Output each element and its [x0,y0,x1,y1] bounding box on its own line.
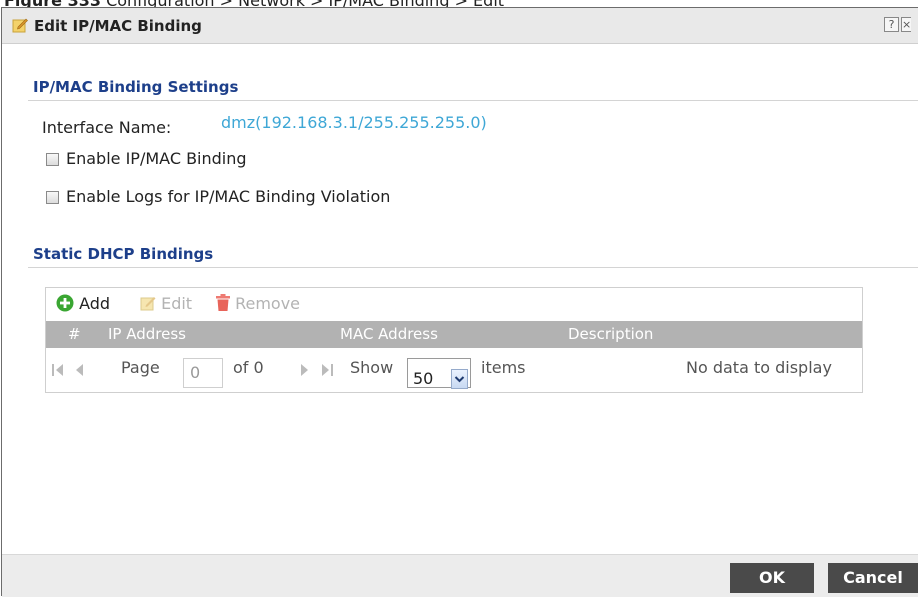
remove-label: Remove [235,294,301,313]
static-dhcp-table: Add Edit Remove # IP Address MAC Address… [45,287,863,393]
divider [28,267,918,268]
remove-button[interactable]: Remove [216,294,300,313]
dialog-footer: OK Cancel [2,554,918,597]
table-toolbar: Add Edit Remove [46,288,862,321]
edit-icon [140,297,156,311]
table-header: # IP Address MAC Address Description [46,321,862,348]
enable-logs-label: Enable Logs for IP/MAC Binding Violation [66,187,391,206]
table-pager: Page 0 of 0 Show 50 items No data to dis… [46,348,862,390]
last-page-icon[interactable] [321,363,333,377]
column-header-ip[interactable]: IP Address [108,325,186,343]
enable-binding-label: Enable IP/MAC Binding [66,149,247,168]
enable-logs-checkbox[interactable] [46,191,59,204]
static-dhcp-title: Static DHCP Bindings [33,245,214,263]
close-icon[interactable]: × [901,17,911,32]
first-page-icon[interactable] [52,363,64,377]
pager-status: No data to display [686,358,832,377]
page-size-value: 50 [413,369,434,388]
interface-name-label: Interface Name: [42,118,172,137]
binding-settings-title: IP/MAC Binding Settings [33,78,239,96]
chevron-down-icon [454,376,465,383]
column-header-mac[interactable]: MAC Address [340,325,438,343]
add-label: Add [79,294,111,313]
edit-label: Edit [161,294,193,313]
page-of-label: of 0 [233,358,264,377]
enable-binding-checkbox[interactable] [46,153,59,166]
column-header-number[interactable]: # [68,325,81,343]
page-input[interactable]: 0 [183,358,223,388]
trash-icon [216,294,230,311]
dropdown-button[interactable] [451,369,468,389]
column-header-description[interactable]: Description [568,325,653,343]
add-icon [56,294,74,312]
edit-icon [12,18,28,33]
items-label: items [481,358,526,377]
edit-button[interactable]: Edit [140,294,192,313]
page-size-select[interactable]: 50 [407,358,471,389]
divider [28,100,918,101]
page-label: Page [121,358,160,377]
ok-button[interactable]: OK [730,563,814,593]
dialog-title: Edit IP/MAC Binding [34,17,202,35]
add-button[interactable]: Add [56,294,110,313]
interface-name-value: dmz(192.168.3.1/255.255.255.0) [221,113,487,132]
show-label: Show [350,358,394,377]
dialog-titlebar: Edit IP/MAC Binding ? × [2,8,918,44]
help-icon[interactable]: ? [884,17,899,32]
prev-page-icon[interactable] [75,363,84,377]
next-page-icon[interactable] [300,363,309,377]
edit-dialog: Edit IP/MAC Binding ? × IP/MAC Binding S… [1,7,918,597]
cancel-button[interactable]: Cancel [828,563,918,593]
